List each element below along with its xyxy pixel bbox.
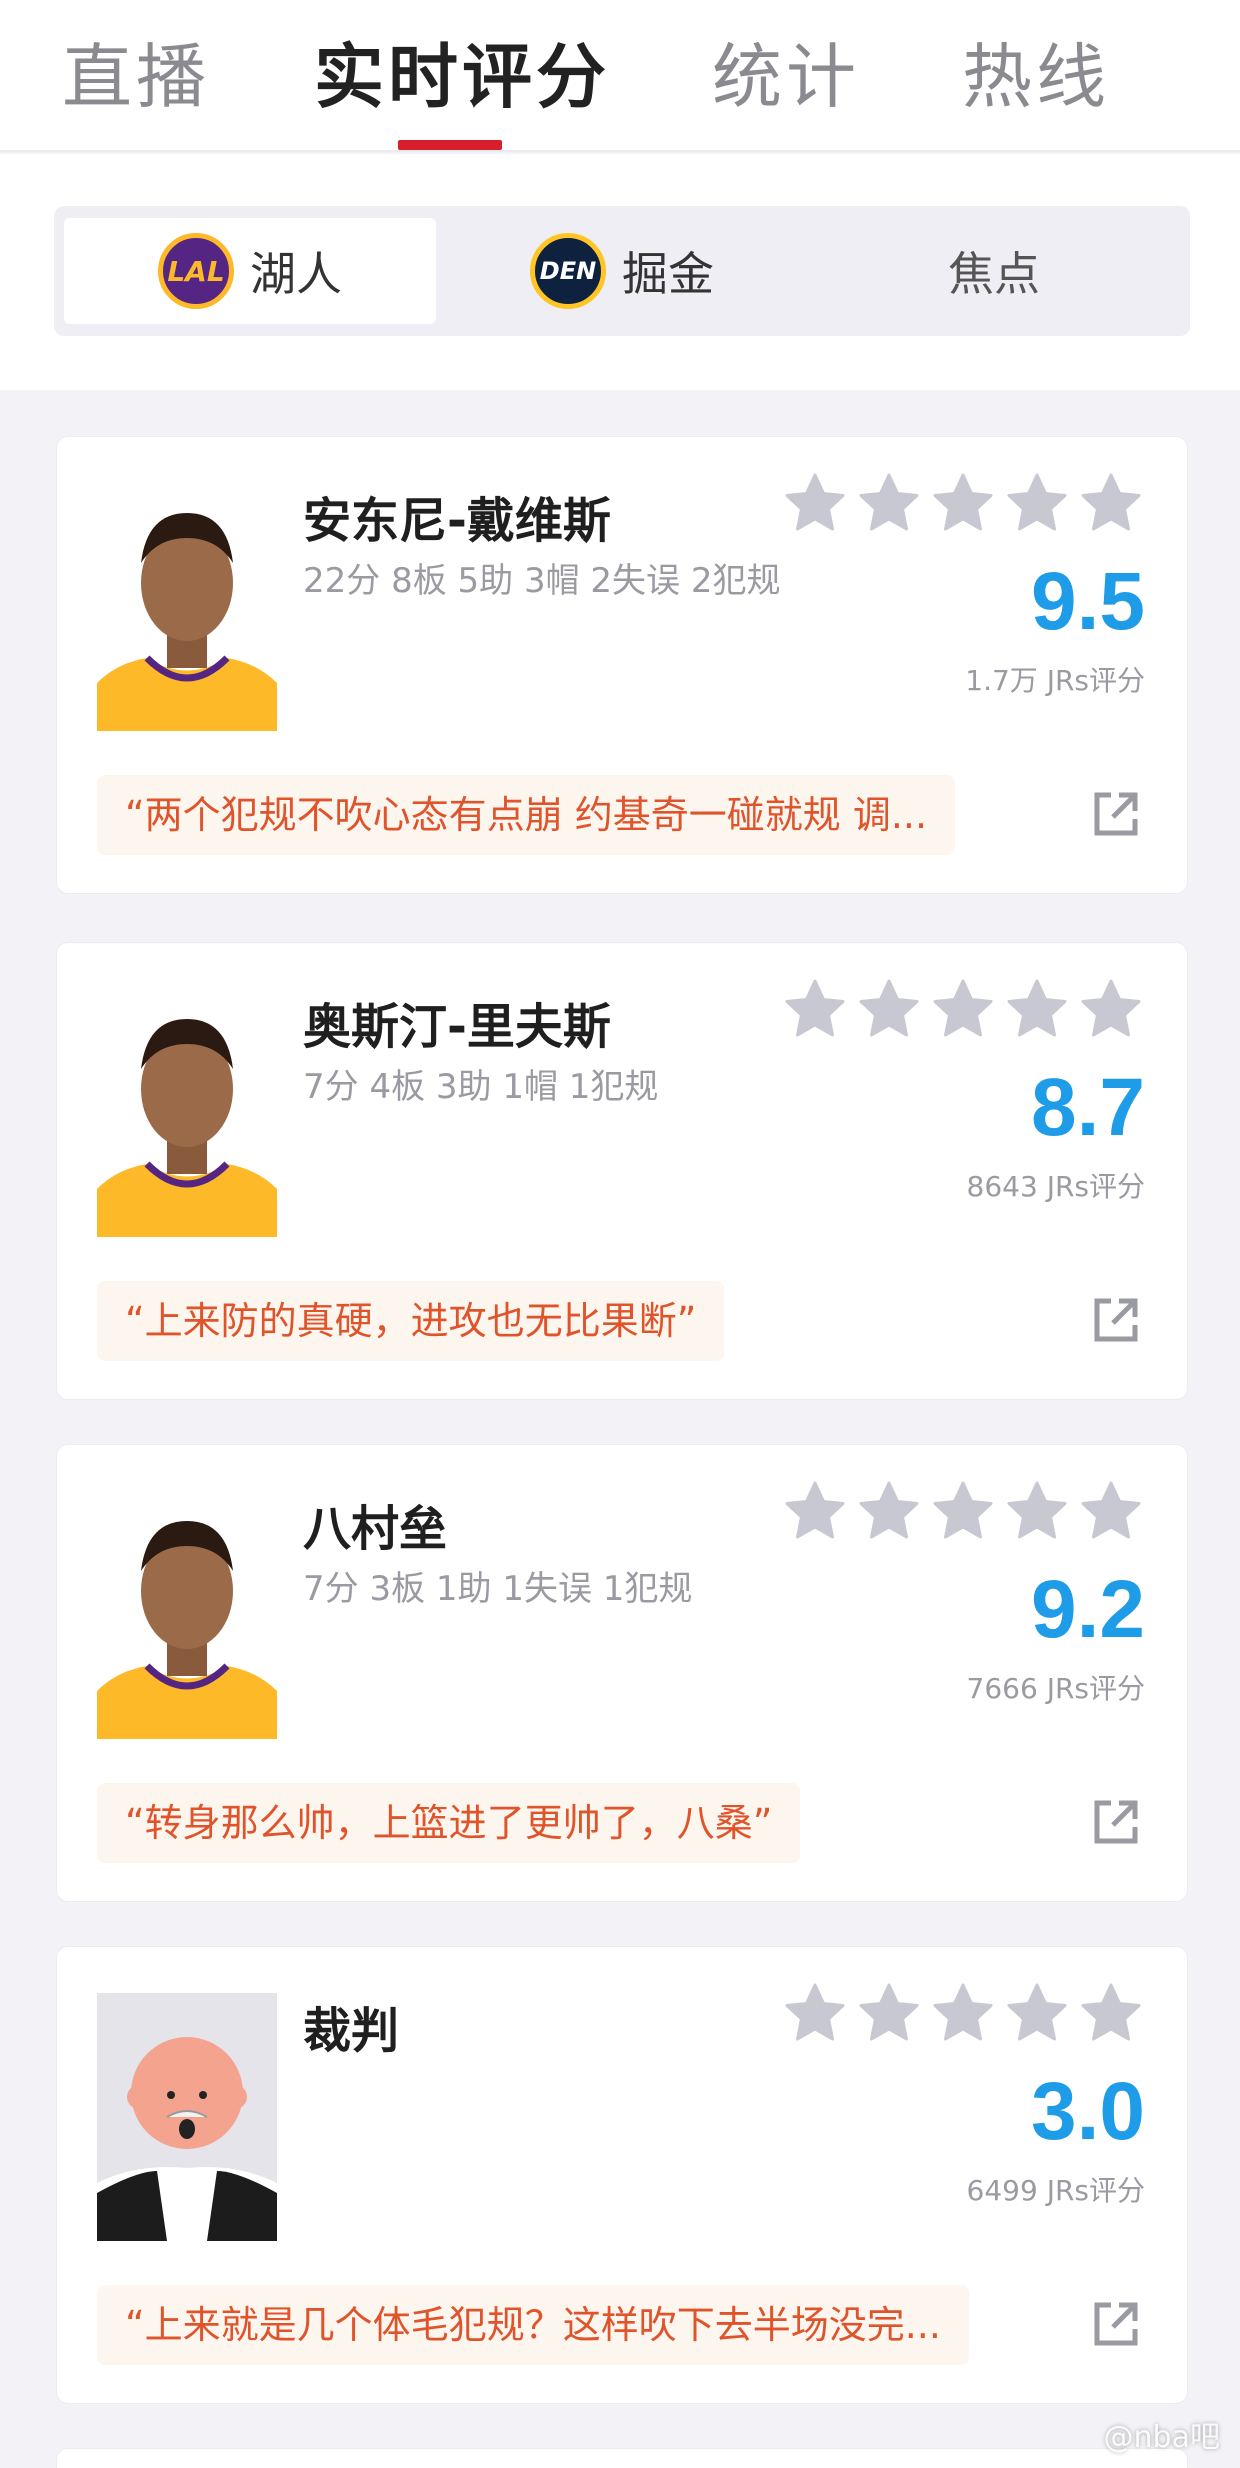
top-comment[interactable]: “转身那么帅，上篮进了更帅了，八桑” <box>97 1783 801 1863</box>
star-icon[interactable] <box>857 471 921 535</box>
star-icon[interactable] <box>1005 1479 1069 1543</box>
player-name: 奥斯汀-里夫斯 <box>303 999 611 1055</box>
rating-stars[interactable] <box>783 1981 1143 2045</box>
player-name: 八村垒 <box>303 1501 448 1557</box>
rating-votes: 7666 JRs评分 <box>966 1672 1145 1705</box>
player-avatar <box>97 989 277 1237</box>
referee-avatar <box>97 1993 277 2241</box>
share-icon[interactable] <box>1089 1293 1143 1347</box>
star-icon[interactable] <box>931 1479 995 1543</box>
player-stats: 22分 8板 5助 3帽 2失误 2犯规 <box>303 561 781 601</box>
active-tab-indicator <box>398 140 502 150</box>
star-icon[interactable] <box>931 977 995 1041</box>
star-icon[interactable] <box>857 977 921 1041</box>
team-tab-lakers[interactable]: LAL 湖人 <box>64 218 436 324</box>
star-icon[interactable] <box>857 1981 921 2045</box>
watermark: @nba吧 <box>1103 2420 1220 2455</box>
rating-stars[interactable] <box>783 977 1143 1041</box>
star-icon[interactable] <box>931 471 995 535</box>
team-selector-area: LAL 湖人 DEN 掘金 焦点 <box>0 154 1240 390</box>
tab-live[interactable]: 直播 <box>62 32 210 122</box>
star-icon[interactable] <box>783 1479 847 1543</box>
tab-live-rating[interactable]: 实时评分 <box>314 32 610 122</box>
rating-votes: 6499 JRs评分 <box>966 2174 1145 2207</box>
star-icon[interactable] <box>931 1981 995 2045</box>
player-avatar <box>97 1491 277 1739</box>
star-icon[interactable] <box>1079 977 1143 1041</box>
team-tab-label: 焦点 <box>948 247 1040 301</box>
share-icon[interactable] <box>1089 787 1143 841</box>
player-rating-card[interactable]: 奥斯汀-里夫斯 7分 4板 3助 1帽 1犯规 8.7 8643 JRs评分 “… <box>56 942 1188 1400</box>
lakers-logo-icon: LAL <box>158 233 234 309</box>
team-tab-label: 掘金 <box>622 247 714 301</box>
next-card-edge <box>56 2448 1188 2468</box>
team-tab-focus[interactable]: 焦点 <box>808 218 1180 324</box>
player-rating-card[interactable]: 八村垒 7分 3板 1助 1失误 1犯规 9.2 7666 JRs评分 “转身那… <box>56 1444 1188 1902</box>
nuggets-logo-icon: DEN <box>530 233 606 309</box>
star-icon[interactable] <box>1005 1981 1069 2045</box>
player-name: 裁判 <box>303 2003 400 2059</box>
player-stats: 7分 3板 1助 1失误 1犯规 <box>303 1569 693 1609</box>
share-icon[interactable] <box>1089 1795 1143 1849</box>
star-icon[interactable] <box>1079 1479 1143 1543</box>
rating-stars[interactable] <box>783 471 1143 535</box>
team-segmented-control: LAL 湖人 DEN 掘金 焦点 <box>54 206 1190 336</box>
tab-hotline[interactable]: 热线 <box>962 32 1110 122</box>
rating-score: 9.5 <box>1031 556 1145 647</box>
player-name: 安东尼-戴维斯 <box>303 493 611 549</box>
rating-votes: 8643 JRs评分 <box>966 1170 1145 1203</box>
star-icon[interactable] <box>1079 471 1143 535</box>
tab-stats[interactable]: 统计 <box>712 32 860 122</box>
star-icon[interactable] <box>783 1981 847 2045</box>
top-comment[interactable]: “上来就是几个体毛犯规？这样吹下去半场没完... <box>97 2285 969 2365</box>
top-comment[interactable]: “两个犯规不吹心态有点崩 约基奇一碰就规 调... <box>97 775 956 855</box>
top-comment[interactable]: “上来防的真硬，进攻也无比果断” <box>97 1281 725 1361</box>
rating-score: 9.2 <box>1031 1564 1145 1655</box>
rating-score: 3.0 <box>1031 2066 1145 2157</box>
player-rating-card[interactable]: 裁判 3.0 6499 JRs评分 “上来就是几个体毛犯规？这样吹下去半场没完.… <box>56 1946 1188 2404</box>
star-icon[interactable] <box>1079 1981 1143 2045</box>
player-stats: 7分 4板 3助 1帽 1犯规 <box>303 1067 659 1107</box>
player-rating-card[interactable]: 安东尼-戴维斯 22分 8板 5助 3帽 2失误 2犯规 9.5 1.7万 JR… <box>56 436 1188 894</box>
star-icon[interactable] <box>1005 471 1069 535</box>
star-icon[interactable] <box>857 1479 921 1543</box>
share-icon[interactable] <box>1089 2297 1143 2351</box>
player-avatar <box>97 483 277 731</box>
star-icon[interactable] <box>1005 977 1069 1041</box>
team-tab-label: 湖人 <box>250 247 342 301</box>
team-tab-nuggets[interactable]: DEN 掘金 <box>436 218 808 324</box>
rating-stars[interactable] <box>783 1479 1143 1543</box>
star-icon[interactable] <box>783 471 847 535</box>
star-icon[interactable] <box>783 977 847 1041</box>
rating-votes: 1.7万 JRs评分 <box>965 664 1145 697</box>
rating-score: 8.7 <box>1031 1062 1145 1153</box>
top-nav: 直播 实时评分 统计 热线 <box>0 0 1240 152</box>
